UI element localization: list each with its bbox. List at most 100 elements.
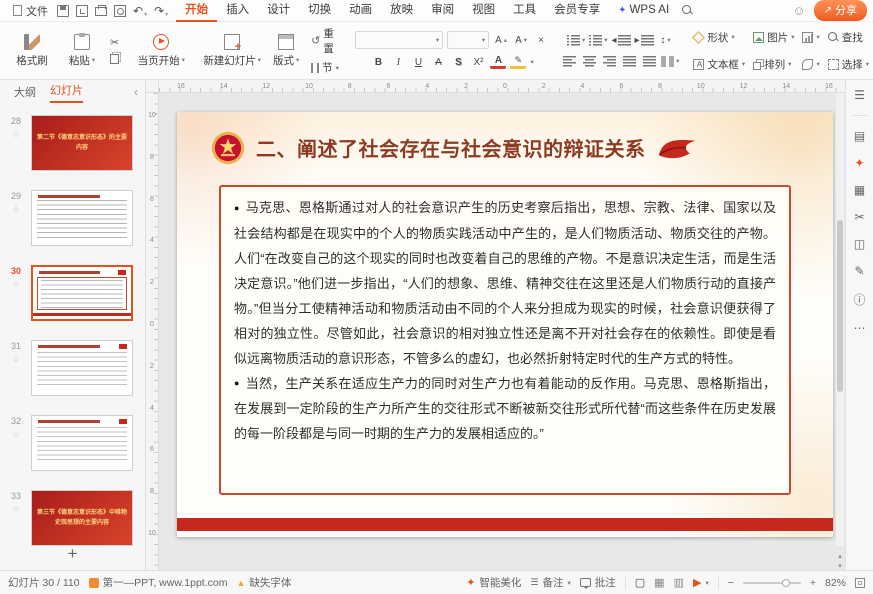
decrease-indent-button[interactable]: ◂ xyxy=(611,32,630,48)
distribute-button[interactable] xyxy=(641,53,657,69)
feedback-icon[interactable]: ☺ xyxy=(792,4,805,17)
add-slide-button[interactable]: + xyxy=(0,544,145,564)
shapes-button[interactable]: 形状▾ xyxy=(693,25,745,49)
zoom-level[interactable]: 82% xyxy=(825,577,846,589)
tab-design[interactable]: 设计 xyxy=(258,0,299,22)
search-icon[interactable] xyxy=(682,5,694,17)
tab-slideshow[interactable]: 放映 xyxy=(381,0,422,22)
find-button[interactable]: 查找 xyxy=(828,25,869,49)
columns-button[interactable]: ▾ xyxy=(661,53,679,69)
textbox-button[interactable]: 文本框▾ xyxy=(693,52,745,76)
chart-button[interactable]: ▾ xyxy=(802,25,819,49)
share-button[interactable]: ↗分享 xyxy=(814,0,867,21)
star-icon[interactable]: ☆ xyxy=(12,354,20,365)
previous-slide-icon[interactable]: ▴ xyxy=(838,552,842,560)
tab-transition[interactable]: 切换 xyxy=(299,0,340,22)
layout-button[interactable]: 版式▾ xyxy=(263,32,309,70)
paste-button[interactable]: 粘贴▾ xyxy=(58,32,106,70)
star-icon[interactable]: ☆ xyxy=(12,429,20,440)
print-icon[interactable] xyxy=(95,7,107,16)
copy-icon[interactable] xyxy=(110,54,119,64)
save-icon[interactable] xyxy=(57,5,69,17)
wordart-button[interactable]: ▾ xyxy=(802,52,819,76)
strikethrough-button[interactable]: A xyxy=(430,54,446,70)
numbered-list-button[interactable]: ▾ xyxy=(589,32,607,48)
smart-beautify-button[interactable]: ✦智能美化 xyxy=(466,575,521,590)
tab-membership[interactable]: 会员专享 xyxy=(545,0,609,22)
superscript-button[interactable]: X² xyxy=(470,54,486,70)
tab-animation[interactable]: 动画 xyxy=(340,0,381,22)
bullet-paragraph-1[interactable]: ●马克思、恩格斯通过对人的社会意识产生的历史考察后指出，思想、宗教、法律、国家以… xyxy=(234,195,776,371)
tab-outline[interactable]: 大纲 xyxy=(14,84,36,100)
font-color-button[interactable]: A xyxy=(490,56,506,69)
italic-button[interactable]: I xyxy=(390,54,406,70)
slide-sorter-view-icon[interactable]: ▦ xyxy=(654,576,664,589)
cut-icon[interactable]: ✂ xyxy=(110,38,119,49)
slide-content-box[interactable]: ●马克思、恩格斯通过对人的社会意识产生的历史考察后指出，思想、宗教、法律、国家以… xyxy=(219,185,791,495)
highlight-button[interactable]: ✎ xyxy=(510,56,526,69)
decrease-font-button[interactable]: A▾ xyxy=(513,32,529,48)
export-icon[interactable] xyxy=(76,5,88,17)
canvas-scrollbar[interactable] xyxy=(836,93,844,546)
info-icon[interactable]: ⓘ xyxy=(853,291,865,308)
zoom-slider[interactable] xyxy=(743,582,801,584)
slide-title[interactable]: 二、阐述了社会存在与社会意识的辩证关系 xyxy=(256,133,646,162)
zoom-out-icon[interactable]: − xyxy=(728,577,734,589)
font-size-select[interactable]: ▾ xyxy=(447,31,489,49)
reset-button[interactable]: ↺ 重置 xyxy=(311,26,343,56)
format-painter-button[interactable]: 格式刷 xyxy=(8,32,56,70)
tab-wps-ai[interactable]: ✦WPS AI xyxy=(609,0,678,22)
undo-button[interactable]: ↶▾ xyxy=(133,4,147,18)
crop-icon[interactable]: ✂ xyxy=(854,210,864,224)
section-button[interactable]: 节 ▾ xyxy=(311,60,339,75)
notes-button[interactable]: ☰备注▾ xyxy=(530,575,570,590)
tab-view[interactable]: 视图 xyxy=(463,0,504,22)
star-icon[interactable]: ☆ xyxy=(12,129,20,140)
collapse-panel-icon[interactable]: ‹ xyxy=(134,85,138,99)
picture-button[interactable]: 图片▾ xyxy=(753,25,794,49)
slide-thumbnail-33[interactable]: 第三节《德意志意识形态》中唯物史观思想的主要内容 xyxy=(31,490,133,546)
star-icon[interactable]: ☆ xyxy=(12,279,20,290)
slide-thumbnail-30-current[interactable] xyxy=(31,265,133,321)
file-menu-button[interactable]: 文件 xyxy=(6,3,55,19)
underline-button[interactable]: U xyxy=(410,54,426,70)
slide-thumbnail-28[interactable]: 第二节《德意志意识形态》的主要内容 xyxy=(31,115,133,171)
select-button[interactable]: 选择▾ xyxy=(828,52,869,76)
arrange-button[interactable]: 排列▾ xyxy=(753,52,794,76)
more-tools-icon[interactable]: ⋯ xyxy=(854,321,866,335)
justify-button[interactable] xyxy=(621,53,637,69)
clear-format-button[interactable]: × xyxy=(533,32,549,48)
text-shadow-button[interactable]: S xyxy=(450,54,466,70)
print-preview-icon[interactable] xyxy=(114,5,126,17)
star-icon[interactable]: ☆ xyxy=(12,504,20,515)
material-library-icon[interactable]: ▦ xyxy=(854,183,865,197)
bullet-list-button[interactable]: ▾ xyxy=(567,32,585,48)
missing-font-warning[interactable]: ▲缺失字体 xyxy=(236,575,291,590)
beautify-icon[interactable]: ✦ xyxy=(854,156,864,170)
template-source[interactable]: 第一—PPT, www.1ppt.com xyxy=(89,575,228,590)
next-slide-icon[interactable]: ▾ xyxy=(838,562,842,570)
tab-insert[interactable]: 插入 xyxy=(217,0,258,22)
slide-editing-surface[interactable]: 二、阐述了社会存在与社会意识的辩证关系 ●马克思、恩格斯通过对人的社会意识产生的… xyxy=(177,112,833,537)
chart-panel-icon[interactable]: ◫ xyxy=(854,237,865,251)
zoom-in-icon[interactable]: + xyxy=(810,577,816,589)
slide-thumbnail-31[interactable] xyxy=(31,340,133,396)
play-from-current-button[interactable]: 当页开始▾ xyxy=(131,32,191,70)
slide-thumbnail-32[interactable] xyxy=(31,415,133,471)
tab-tools[interactable]: 工具 xyxy=(504,0,545,22)
play-slideshow-button[interactable]: ▶▾ xyxy=(693,576,709,589)
align-left-button[interactable] xyxy=(561,53,577,69)
redo-button[interactable]: ↷▾ xyxy=(154,4,168,18)
reading-view-icon[interactable]: ▥ xyxy=(674,576,684,589)
fit-window-icon[interactable] xyxy=(855,578,865,588)
line-spacing-button[interactable]: ↕▾ xyxy=(658,32,674,48)
increase-font-button[interactable]: A▴ xyxy=(493,32,509,48)
scrollbar-thumb[interactable] xyxy=(837,220,843,392)
normal-view-icon[interactable]: ▢ xyxy=(635,576,645,589)
align-right-button[interactable] xyxy=(601,53,617,69)
bold-button[interactable]: B xyxy=(370,54,386,70)
comments-button[interactable]: 批注 xyxy=(580,575,616,590)
slide-thumbnail-29[interactable] xyxy=(31,190,133,246)
font-name-select[interactable]: ▾ xyxy=(355,31,443,49)
tab-review[interactable]: 审阅 xyxy=(422,0,463,22)
